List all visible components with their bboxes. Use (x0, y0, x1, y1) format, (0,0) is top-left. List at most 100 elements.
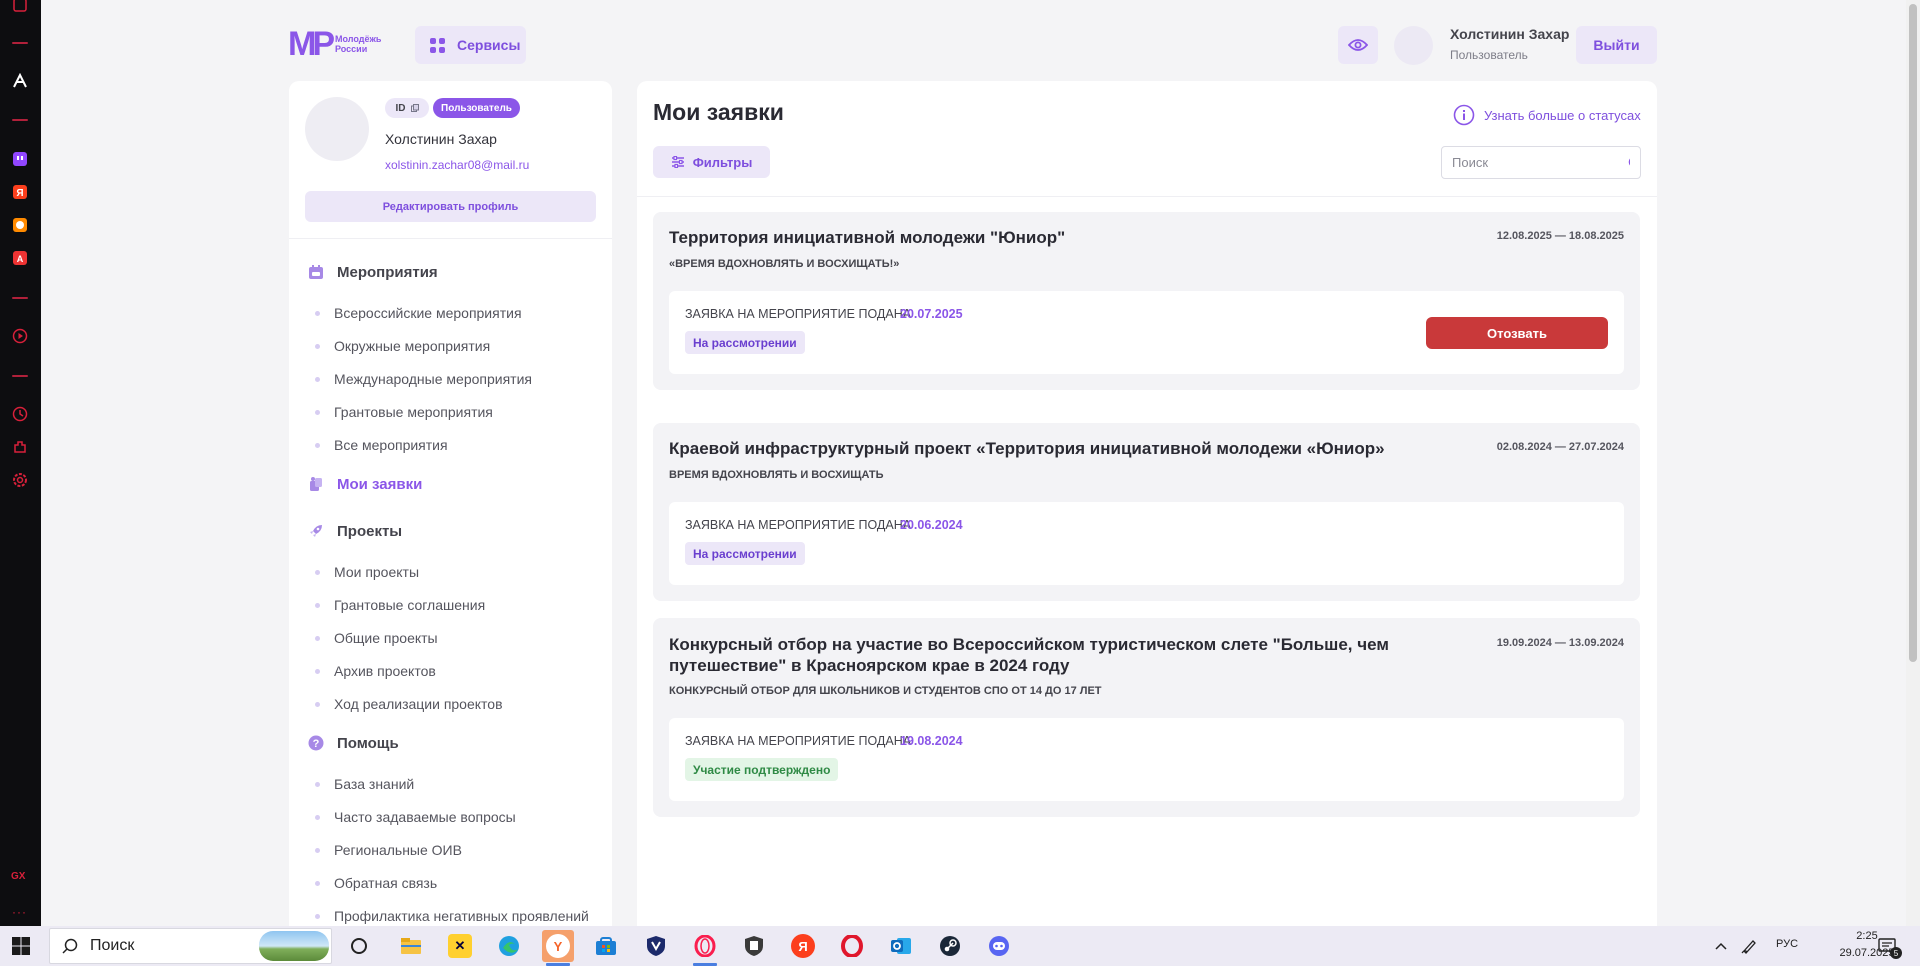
nav-section-projects[interactable]: Проекты (307, 522, 402, 540)
browser-sidebar: Я A GX ··· (0, 0, 41, 926)
sidebar-divider (12, 297, 28, 299)
mail-app-icon[interactable] (10, 215, 30, 235)
history-icon[interactable] (10, 404, 30, 424)
outlook-icon[interactable] (885, 930, 917, 962)
game-shield-icon[interactable] (738, 930, 770, 962)
copy-icon (410, 104, 419, 112)
nav-section-help[interactable]: ? Помощь (307, 734, 399, 752)
nav-item-shared-projects[interactable]: Общие проекты (315, 630, 438, 646)
application-card: Территория инициативной молодежи "Юниор"… (653, 212, 1640, 390)
pen-icon[interactable] (1733, 930, 1765, 962)
nav-item-feedback[interactable]: Обратная связь (315, 875, 437, 891)
page-title: Мои заявки (653, 99, 784, 125)
calendar-icon (307, 263, 325, 281)
svg-text:A: A (17, 254, 24, 264)
submitted-date: 19.08.2024 (900, 734, 963, 748)
application-status-box: ЗАЯВКА НА МЕРОПРИЯТИЕ ПОДАНА 20.07.2025 … (669, 291, 1624, 374)
miro-icon[interactable]: ✕ (444, 930, 476, 962)
nav-item-faq[interactable]: Часто задаваемые вопросы (315, 809, 516, 825)
app-store-icon[interactable]: A (10, 248, 30, 268)
logo-line-1: Молодёжь (335, 34, 382, 44)
application-card: Краевой инфраструктурный проект «Террито… (653, 423, 1640, 601)
filters-button[interactable]: Фильтры (653, 146, 770, 178)
more-icon[interactable]: ··· (12, 905, 27, 919)
application-dates: 12.08.2025 — 18.08.2025 (1496, 230, 1624, 242)
header-user-name: Холстинин Захар (1450, 26, 1570, 42)
nav-item-regional-oiv[interactable]: Региональные ОИВ (315, 842, 462, 858)
yandex-browser-icon[interactable]: Y (542, 930, 574, 966)
opera-icon[interactable] (836, 930, 868, 962)
nav-my-applications[interactable]: Мои заявки (307, 475, 422, 493)
search-box (1441, 146, 1641, 179)
status-badge: На рассмотрении (685, 331, 805, 354)
nav-item-grant-agreements[interactable]: Грантовые соглашения (315, 597, 485, 613)
logout-button[interactable]: Выйти (1576, 26, 1657, 64)
nav-section-events[interactable]: Мероприятия (307, 263, 438, 281)
nav-item-events-all-russian[interactable]: Всероссийские мероприятия (315, 305, 522, 321)
edit-profile-button[interactable]: Редактировать профиль (305, 191, 596, 222)
nav-item-events-district[interactable]: Окружные мероприятия (315, 338, 490, 354)
application-title[interactable]: Территория инициативной молодежи "Юниор" (669, 227, 1065, 248)
header-user-role: Пользователь (1450, 48, 1528, 62)
application-status-box: ЗАЯВКА НА МЕРОПРИЯТИЕ ПОДАНА 20.06.2024 … (669, 502, 1624, 585)
application-dates: 02.08.2024 — 27.07.2024 (1496, 441, 1624, 453)
windows-start-icon[interactable] (12, 937, 30, 955)
edge-icon[interactable] (493, 930, 525, 962)
player-icon[interactable] (10, 326, 30, 346)
file-explorer-icon[interactable] (395, 930, 427, 962)
status-info-link[interactable]: Узнать больше о статусах (1453, 104, 1641, 126)
settings-icon[interactable] (10, 470, 30, 490)
avatar[interactable] (1394, 26, 1433, 65)
applications-icon (307, 475, 325, 493)
id-badge[interactable]: ID (385, 98, 429, 118)
task-view-icon[interactable] (343, 930, 375, 962)
nav-item-events-all[interactable]: Все мероприятия (315, 437, 448, 453)
search-icon[interactable] (1628, 156, 1630, 170)
yandex-icon[interactable]: Я (10, 182, 30, 202)
microsoft-store-icon[interactable] (590, 930, 622, 962)
notification-count: 5 (1890, 947, 1902, 959)
yandex-icon[interactable]: Я (787, 930, 819, 962)
nav-item-events-international[interactable]: Международные мероприятия (315, 371, 532, 387)
language-indicator[interactable]: РУС (1776, 938, 1798, 950)
application-title[interactable]: Конкурсный отбор на участие во Всероссий… (669, 634, 1389, 676)
application-title[interactable]: Краевой инфраструктурный проект «Террито… (669, 438, 1385, 459)
filters-label: Фильтры (692, 154, 753, 170)
opera-menu-icon[interactable] (10, 0, 30, 15)
application-dates: 19.09.2024 — 13.09.2024 (1496, 637, 1624, 649)
scrollbar-thumb[interactable] (1909, 4, 1917, 662)
shield-game-icon[interactable] (640, 930, 672, 962)
extensions-icon[interactable] (10, 437, 30, 457)
discord-icon[interactable] (983, 930, 1015, 962)
twitch-icon[interactable] (10, 149, 30, 169)
nav-item-events-grant[interactable]: Грантовые мероприятия (315, 404, 493, 420)
site-logo[interactable]: МР Молодёжь России (288, 27, 382, 61)
page-scrollbar[interactable] (1906, 0, 1920, 926)
nav-item-projects-progress[interactable]: Ход реализации проектов (315, 696, 503, 712)
help-icon: ? (307, 734, 325, 752)
logo-line-2: России (335, 44, 368, 54)
profile-email[interactable]: xolstinin.zachar08@mail.ru (385, 158, 529, 172)
submitted-label: ЗАЯВКА НА МЕРОПРИЯТИЕ ПОДАНА (685, 734, 912, 748)
status-badge: Участие подтверждено (685, 758, 839, 781)
withdraw-button[interactable]: Отозвать (1426, 317, 1608, 349)
notifications-icon[interactable]: 5 (1872, 930, 1904, 962)
nav-item-prevention[interactable]: Профилактика негативных проявлений (315, 908, 589, 924)
nav-item-projects-archive[interactable]: Архив проектов (315, 663, 436, 679)
grid-icon (430, 37, 445, 53)
steam-icon[interactable] (934, 930, 966, 962)
taskbar-search[interactable]: Поиск (49, 928, 332, 964)
application-subtitle: ВРЕМЯ ВДОХНОВЛЯТЬ И ВОСХИЩАТЬ (669, 469, 884, 481)
eye-icon (1348, 39, 1368, 51)
accessibility-button[interactable] (1338, 26, 1378, 64)
nav-item-knowledge-base[interactable]: База знаний (315, 776, 414, 792)
search-input[interactable] (1452, 155, 1628, 170)
services-button[interactable]: Сервисы (415, 26, 526, 64)
aria-icon[interactable] (10, 71, 30, 91)
divider (637, 196, 1657, 197)
services-label: Сервисы (457, 37, 521, 53)
submitted-date: 20.06.2024 (900, 518, 963, 532)
nav-item-my-projects[interactable]: Мои проекты (315, 564, 419, 580)
opera-gx-icon[interactable] (689, 930, 721, 966)
submitted-label: ЗАЯВКА НА МЕРОПРИЯТИЕ ПОДАНА (685, 307, 912, 321)
